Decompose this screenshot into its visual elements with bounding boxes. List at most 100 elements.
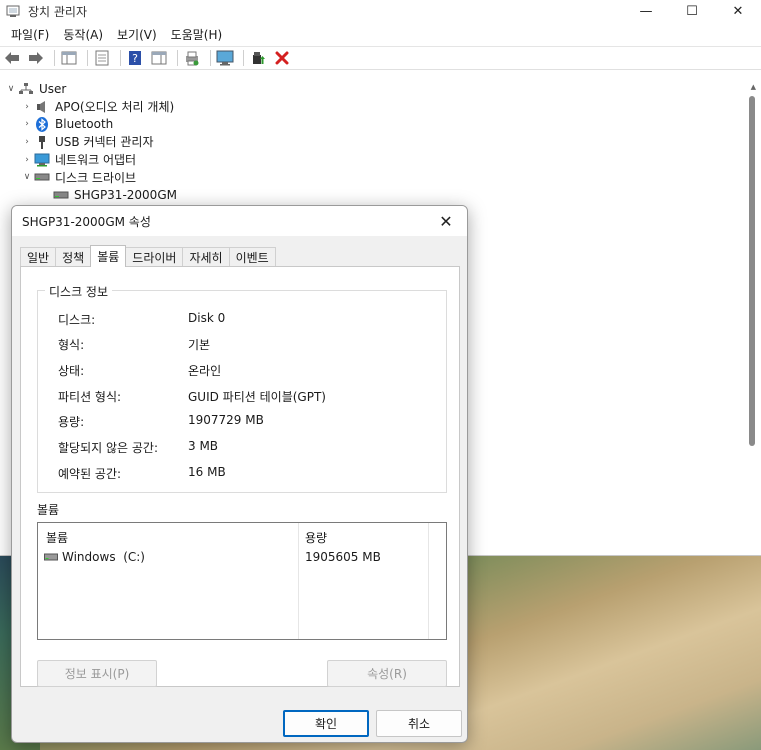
chevron-down-icon[interactable]: ∨ xyxy=(4,84,18,94)
tree-item-bluetooth[interactable]: › Bluetooth xyxy=(0,115,761,133)
chevron-right-icon[interactable]: › xyxy=(20,119,34,129)
menu-view[interactable]: 보기(V) xyxy=(110,26,164,43)
show-info-button[interactable]: 정보 표시(P) xyxy=(37,660,157,687)
chevron-right-icon[interactable]: › xyxy=(20,102,34,112)
menu-file[interactable]: 파일(F) xyxy=(4,26,56,43)
toolbar-separator xyxy=(210,50,211,66)
disk-value: Disk 0 xyxy=(188,311,226,325)
reserved-value: 16 MB xyxy=(188,465,226,479)
uninstall-device-icon[interactable] xyxy=(272,48,292,68)
action-pane-icon[interactable] xyxy=(149,48,169,68)
chevron-right-icon[interactable]: › xyxy=(20,137,34,147)
tree-item-label: USB 커넥터 관리자 xyxy=(55,135,154,150)
partition-style-value: GUID 파티션 테이블(GPT) xyxy=(188,390,326,404)
table-row[interactable]: Windows (C:) xyxy=(44,550,145,564)
volume-drive-icon xyxy=(44,553,58,561)
status-label: 상태: xyxy=(58,364,85,378)
type-value: 기본 xyxy=(188,338,211,352)
tree-item-usb-connector[interactable]: › USB 커넥터 관리자 xyxy=(0,133,761,151)
scan-hardware-monitor-icon[interactable] xyxy=(215,48,235,68)
tab-volumes[interactable]: 볼륨 xyxy=(90,245,127,267)
close-window-button[interactable]: ✕ xyxy=(715,0,761,22)
properties-dialog: SHGP31-2000GM 속성 ✕ 일반 정책 볼륨 드라이버 자세히 이벤트… xyxy=(11,205,468,743)
properties-button[interactable]: 속성(R) xyxy=(327,660,447,687)
tree-item-apo[interactable]: › APO(오디오 처리 개체) xyxy=(0,98,761,116)
volume-size: 1905605 MB xyxy=(305,550,381,564)
menu-bar: 파일(F) 동작(A) 보기(V) 도움말(H) xyxy=(0,22,761,46)
volumes-tab-panel: 디스크 정보 디스크: Disk 0 형식: 기본 상태: 온라인 파티션 형식… xyxy=(20,266,460,687)
ok-button[interactable]: 확인 xyxy=(283,710,369,737)
reserved-label: 예약된 공간: xyxy=(58,467,122,481)
tree-root[interactable]: ∨ User xyxy=(0,80,761,98)
window-controls: — ☐ ✕ xyxy=(623,0,761,22)
maximize-button[interactable]: ☐ xyxy=(669,0,715,22)
volume-name: Windows (C:) xyxy=(62,550,145,564)
tab-bar: 일반 정책 볼륨 드라이버 자세히 이벤트 xyxy=(20,245,276,267)
window-title: 장치 관리자 xyxy=(28,4,88,19)
usb-icon xyxy=(34,135,50,149)
back-arrow-icon[interactable] xyxy=(2,48,22,68)
printer-icon[interactable] xyxy=(182,48,202,68)
toolbar-separator xyxy=(120,50,121,66)
chevron-down-icon[interactable]: ∨ xyxy=(20,172,34,182)
disk-drive-icon xyxy=(53,188,69,202)
menu-action[interactable]: 동작(A) xyxy=(56,26,110,43)
tab-policies[interactable]: 정책 xyxy=(55,247,92,267)
capacity-column-header[interactable]: 용량 xyxy=(305,529,327,546)
status-value: 온라인 xyxy=(188,364,222,378)
help-icon[interactable]: ? xyxy=(125,48,145,68)
menu-help[interactable]: 도움말(H) xyxy=(164,26,230,43)
tree-item-disk-drives[interactable]: ∨ 디스크 드라이브 xyxy=(0,168,761,186)
type-label: 형식: xyxy=(58,338,85,352)
vertical-scrollbar[interactable] xyxy=(749,96,755,446)
volumes-legend: 볼륨 xyxy=(37,503,60,517)
partition-style-label: 파티션 형식: xyxy=(58,390,122,404)
properties-icon[interactable] xyxy=(92,48,112,68)
toolbar-separator xyxy=(87,50,88,66)
disk-label: 디스크: xyxy=(58,313,96,327)
device-manager-app-icon xyxy=(6,4,20,18)
toolbar-separator xyxy=(54,50,55,66)
chevron-right-icon[interactable]: › xyxy=(20,155,34,165)
column-divider xyxy=(428,523,429,639)
tree-item-label: 디스크 드라이브 xyxy=(55,170,137,185)
cancel-button[interactable]: 취소 xyxy=(376,710,462,737)
column-divider xyxy=(298,523,299,639)
tree-item-disk-child[interactable]: SHGP31-2000GM xyxy=(0,186,761,204)
volume-column-header[interactable]: 볼륨 xyxy=(46,529,68,546)
forward-arrow-icon[interactable] xyxy=(26,48,46,68)
bluetooth-icon xyxy=(34,116,50,132)
tree-item-label: SHGP31-2000GM xyxy=(74,187,177,202)
disk-info-group: 디스크 정보 디스크: Disk 0 형식: 기본 상태: 온라인 파티션 형식… xyxy=(37,283,447,493)
tab-general[interactable]: 일반 xyxy=(20,247,57,267)
toolbar: ? xyxy=(0,46,761,70)
disk-info-legend: 디스크 정보 xyxy=(45,283,113,300)
tab-events[interactable]: 이벤트 xyxy=(228,247,276,267)
tree-item-network-adapter[interactable]: › 네트워크 어댑터 xyxy=(0,151,761,169)
scroll-up-arrow-icon[interactable]: ▲ xyxy=(751,83,756,91)
minimize-button[interactable]: — xyxy=(623,0,669,22)
unallocated-label: 할당되지 않은 공간: xyxy=(58,441,158,455)
unallocated-value: 3 MB xyxy=(188,439,219,453)
update-driver-icon[interactable] xyxy=(248,48,268,68)
speaker-icon xyxy=(34,100,50,114)
tree-item-label: APO(오디오 처리 개체) xyxy=(55,100,175,115)
show-hide-tree-icon[interactable] xyxy=(59,48,79,68)
tree-root-label: User xyxy=(39,81,67,96)
dialog-title: SHGP31-2000GM 속성 xyxy=(22,214,151,229)
toolbar-separator xyxy=(243,50,244,66)
tree-item-label: 네트워크 어댑터 xyxy=(55,153,137,168)
volumes-list[interactable]: 볼륨 용량 Windows (C:) 1905605 MB xyxy=(37,522,447,640)
disk-drive-icon xyxy=(34,170,50,184)
tab-driver[interactable]: 드라이버 xyxy=(125,247,184,267)
computer-network-icon xyxy=(18,82,34,96)
capacity-value: 1907729 MB xyxy=(188,413,264,427)
monitor-network-icon xyxy=(34,153,50,167)
tree-item-label: Bluetooth xyxy=(55,117,114,132)
toolbar-separator xyxy=(177,50,178,66)
close-icon[interactable]: ✕ xyxy=(433,210,459,232)
svg-text:?: ? xyxy=(132,52,138,65)
capacity-label: 용량: xyxy=(58,415,85,429)
tab-details[interactable]: 자세히 xyxy=(182,247,230,267)
dialog-title-bar: SHGP31-2000GM 속성 xyxy=(12,206,467,236)
